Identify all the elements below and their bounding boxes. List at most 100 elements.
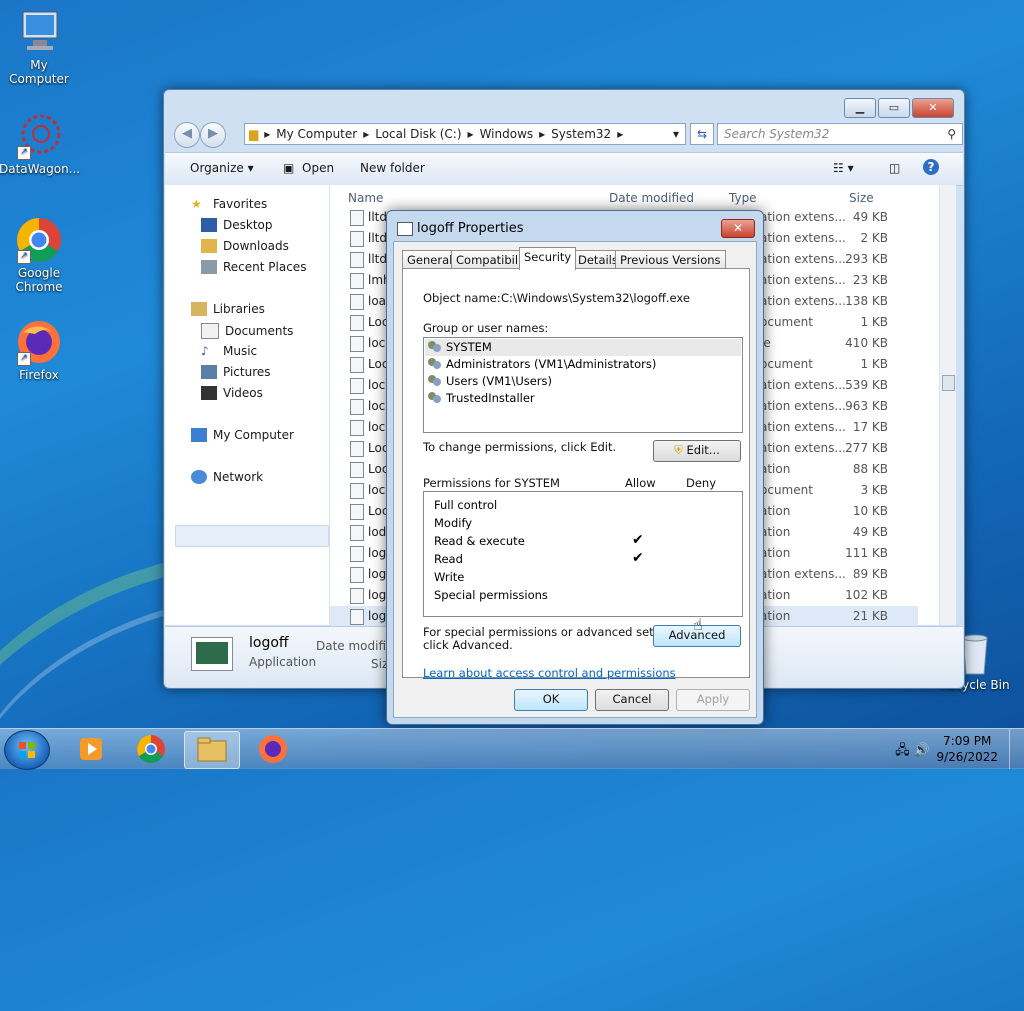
cancel-button[interactable]: Cancel xyxy=(595,689,669,711)
apply-button[interactable]: Apply xyxy=(676,689,750,711)
user-label: SYSTEM xyxy=(446,340,492,354)
breadcrumb-item[interactable]: Local Disk (C:) xyxy=(375,127,461,141)
desktop-icon-datawagon[interactable]: ↗ DataWagon... xyxy=(0,112,81,176)
nav-item-libraries[interactable]: Libraries xyxy=(191,302,265,316)
help-icon[interactable]: ? xyxy=(923,159,939,175)
breadcrumb-item[interactable]: Windows xyxy=(480,127,534,141)
change-permissions-text: To change permissions, click Edit. xyxy=(423,440,617,454)
taskbar-firefox[interactable] xyxy=(246,731,300,767)
tab-security[interactable]: Security xyxy=(519,247,577,270)
nav-item-desktop[interactable]: Desktop xyxy=(201,218,273,232)
column-header-type[interactable]: Type xyxy=(729,191,757,205)
close-button[interactable]: ✕ xyxy=(912,98,954,118)
maximize-button[interactable]: ▭ xyxy=(878,98,910,118)
music-icon: ♪ xyxy=(201,344,209,358)
address-bar[interactable]: ▆ ▸ My Computer ▸ Local Disk (C:) ▸ Wind… xyxy=(244,123,686,145)
desktop-icon-label: DataWagon... xyxy=(0,162,81,176)
organize-button[interactable]: Organize ▾ xyxy=(190,161,254,175)
nav-label: My Computer xyxy=(213,428,294,442)
media-player-icon xyxy=(80,738,102,760)
tab-general[interactable]: General xyxy=(402,250,458,269)
file-icon xyxy=(350,420,364,436)
permission-name: Write xyxy=(434,570,465,584)
network-tray-icon[interactable]: 🖧 xyxy=(895,743,910,758)
nav-item-my-computer[interactable]: My Computer xyxy=(191,428,294,442)
breadcrumb-item[interactable]: My Computer xyxy=(276,127,357,141)
column-header-date[interactable]: Date modified xyxy=(609,191,694,205)
user-label: TrustedInstaller xyxy=(446,391,535,405)
preview-pane-icon[interactable]: ◫ xyxy=(889,161,900,175)
chrome-icon xyxy=(137,735,165,763)
nav-item-network[interactable]: Network xyxy=(191,470,263,484)
nav-item-recent[interactable]: Recent Places xyxy=(201,260,306,274)
desktop-icon-chrome[interactable]: ↗ Google Chrome xyxy=(0,216,79,294)
clock-date: 9/26/2022 xyxy=(936,750,998,764)
file-name: lltd xyxy=(368,252,387,266)
breadcrumb-separator-icon: ▸ xyxy=(617,127,624,141)
user-item-trustedinstaller[interactable]: TrustedInstaller xyxy=(428,391,535,405)
group-names-label: Group or user names: xyxy=(423,321,549,335)
view-options-icon[interactable]: ☷ ▾ xyxy=(833,161,854,175)
open-icon: ▣ xyxy=(283,161,295,175)
user-list[interactable]: SYSTEM Administrators (VM1\Administrator… xyxy=(423,337,743,433)
dialog-title-icon xyxy=(397,222,413,236)
minimize-button[interactable]: ▁ xyxy=(844,98,876,118)
nav-item-music[interactable]: ♪ Music xyxy=(201,344,257,358)
network-icon xyxy=(191,470,207,484)
vertical-scrollbar[interactable] xyxy=(939,185,956,625)
clock[interactable]: 7:09 PM 9/26/2022 xyxy=(936,733,998,765)
forward-button[interactable]: ▶ xyxy=(200,122,226,148)
folder-icon: ▆ xyxy=(249,127,259,141)
desktop-icon-firefox[interactable]: ↗ Firefox xyxy=(0,318,79,382)
breadcrumb-separator-icon: ▸ xyxy=(539,127,546,141)
file-type: ation extens... xyxy=(760,231,846,245)
taskbar-explorer[interactable] xyxy=(184,731,240,769)
column-header-name[interactable]: Name xyxy=(348,191,383,205)
nav-label: Documents xyxy=(225,324,294,338)
nav-item-documents[interactable]: Documents xyxy=(201,323,293,339)
refresh-button[interactable]: ⇆ xyxy=(690,123,714,145)
nav-item-downloads[interactable]: Downloads xyxy=(201,239,289,253)
file-size: 23 KB xyxy=(852,273,888,287)
edit-button-label: Edit... xyxy=(686,443,720,457)
edit-button[interactable]: ⛨ Edit... xyxy=(653,440,741,462)
file-name: loc xyxy=(368,378,386,392)
open-button[interactable]: Open xyxy=(302,161,334,175)
volume-icon[interactable]: 🔊 xyxy=(914,743,930,758)
address-dropdown-icon[interactable]: ▾ xyxy=(673,127,679,141)
column-header-size[interactable]: Size xyxy=(849,191,874,205)
nav-item-videos[interactable]: Videos xyxy=(201,386,263,400)
window-controls: ▁ ▭ ✕ xyxy=(842,98,954,118)
file-size: 17 KB xyxy=(852,420,888,434)
back-button[interactable]: ◀ xyxy=(174,122,200,148)
scrollbar-thumb[interactable] xyxy=(942,375,955,391)
user-item-system[interactable]: SYSTEM xyxy=(428,340,492,354)
file-size: 21 KB xyxy=(852,609,888,623)
taskbar-media-player[interactable] xyxy=(64,731,118,767)
user-item-users[interactable]: Users (VM1\Users) xyxy=(428,374,552,388)
taskbar-chrome[interactable] xyxy=(124,731,178,767)
user-item-administrators[interactable]: Administrators (VM1\Administrators) xyxy=(428,357,656,371)
file-type: ocument xyxy=(760,315,813,329)
file-name: log xyxy=(368,567,387,581)
learn-access-control-link[interactable]: Learn about access control and permissio… xyxy=(423,666,676,680)
file-type: ation extens... xyxy=(760,420,846,434)
datawagon-icon: ↗ xyxy=(15,112,63,160)
tab-previous-versions[interactable]: Previous Versions xyxy=(615,250,726,269)
nav-item-pictures[interactable]: Pictures xyxy=(201,365,271,379)
file-name: lltd xyxy=(368,231,387,245)
start-button[interactable] xyxy=(4,730,50,770)
ok-button[interactable]: OK xyxy=(514,689,588,711)
file-type: ation extens... xyxy=(760,399,846,413)
user-group-icon xyxy=(428,375,442,387)
nav-item-favorites[interactable]: ★ Favorites xyxy=(191,197,267,211)
breadcrumb-item[interactable]: System32 xyxy=(551,127,611,141)
properties-dialog[interactable]: logoff Properties ✕ General Compatibilit… xyxy=(386,210,764,725)
file-size: 89 KB xyxy=(852,567,888,581)
show-desktop-button[interactable] xyxy=(1009,729,1024,769)
dialog-close-button[interactable]: ✕ xyxy=(721,219,755,238)
desktop-icon-my-computer[interactable]: My Computer xyxy=(0,8,79,86)
file-size: 293 KB xyxy=(845,252,888,266)
new-folder-button[interactable]: New folder xyxy=(360,161,425,175)
search-input[interactable]: Search System32 ⚲ xyxy=(717,123,963,145)
